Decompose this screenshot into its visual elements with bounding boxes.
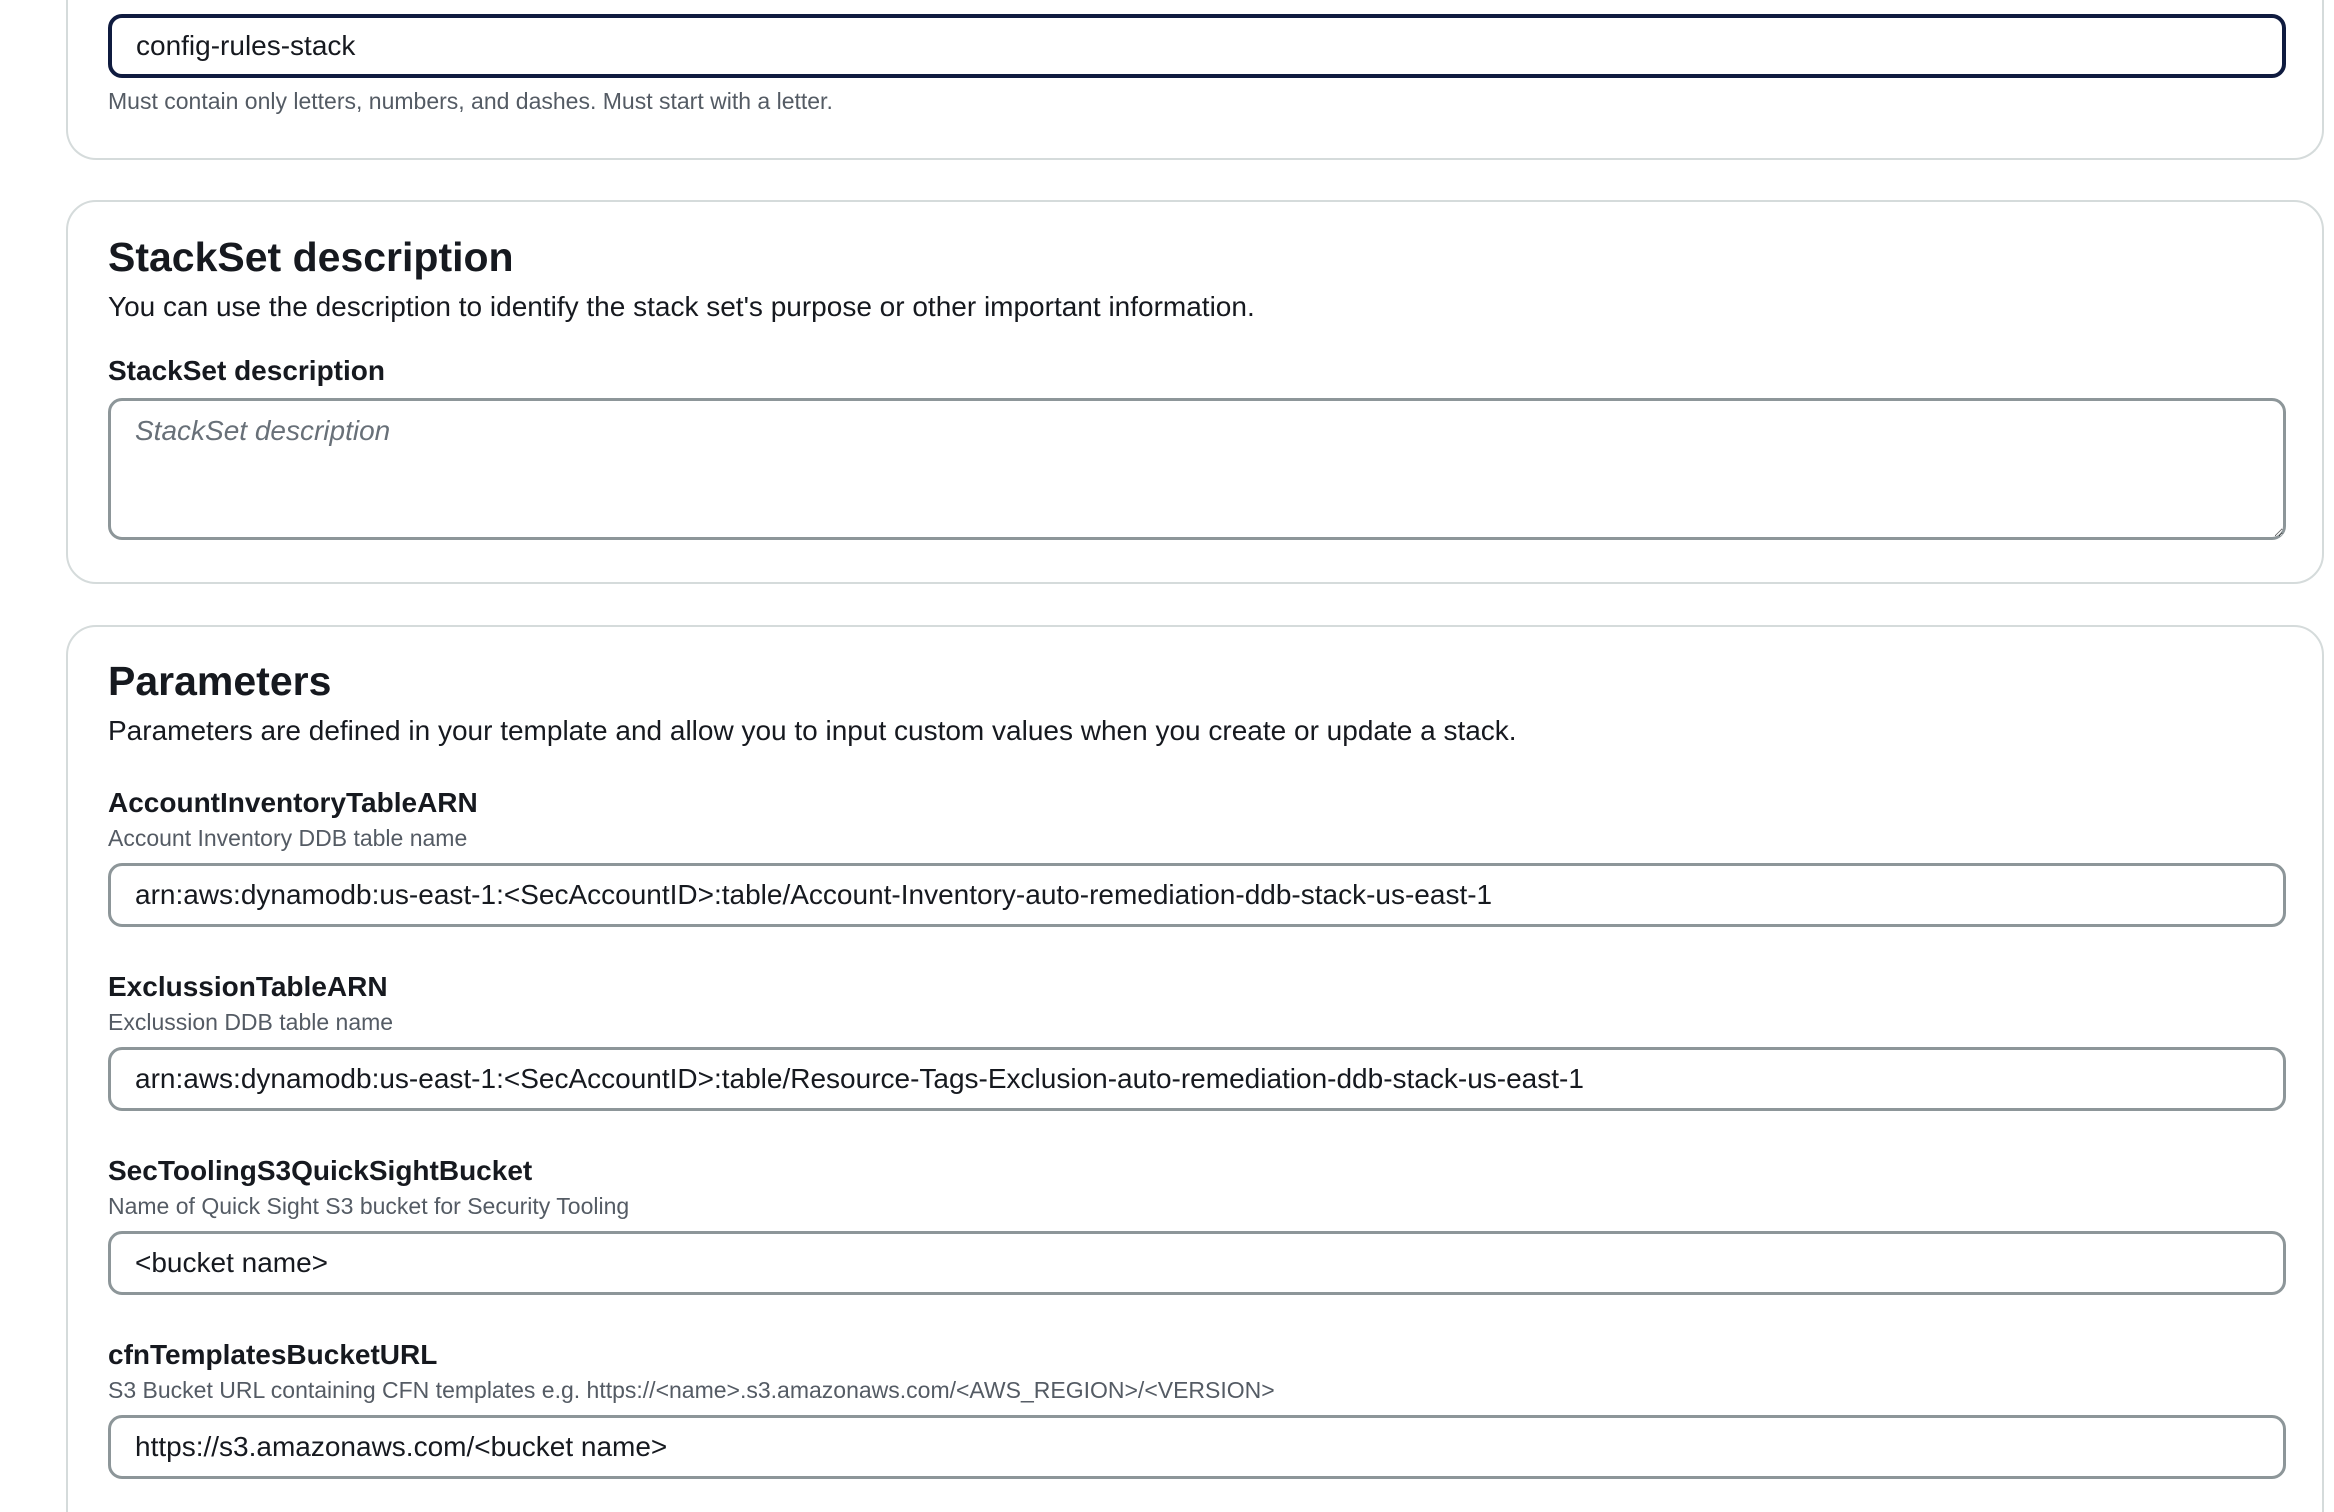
stackset-description-heading: StackSet description bbox=[108, 234, 514, 280]
param-description-cfn-templates-bucket-url: S3 Bucket URL containing CFN templates e… bbox=[108, 1377, 1275, 1403]
param-input-exclussion-table-arn[interactable] bbox=[108, 1047, 2286, 1111]
stack-name-hint: Must contain only letters, numbers, and … bbox=[108, 88, 833, 114]
param-input-sec-tooling-s3-quicksight-bucket[interactable] bbox=[108, 1231, 2286, 1295]
parameters-heading: Parameters bbox=[108, 658, 332, 704]
stackset-description-textarea[interactable] bbox=[108, 398, 2286, 540]
stackset-description-label: StackSet description bbox=[108, 355, 385, 386]
param-description-sec-tooling-s3-quicksight-bucket: Name of Quick Sight S3 bucket for Securi… bbox=[108, 1193, 630, 1219]
param-label-account-inventory-table-arn: AccountInventoryTableARN bbox=[108, 787, 478, 818]
param-label-exclussion-table-arn: ExclussionTableARN bbox=[108, 971, 388, 1002]
param-label-sec-tooling-s3-quicksight-bucket: SecToolingS3QuickSightBucket bbox=[108, 1155, 533, 1186]
stack-name-input[interactable] bbox=[108, 14, 2286, 78]
page: Must contain only letters, numbers, and … bbox=[0, 0, 2334, 1512]
stackset-description-info: You can use the description to identify … bbox=[108, 291, 1255, 322]
param-label-cfn-templates-bucket-url: cfnTemplatesBucketURL bbox=[108, 1339, 438, 1370]
parameters-info: Parameters are defined in your template … bbox=[108, 715, 1517, 746]
param-description-exclussion-table-arn: Exclussion DDB table name bbox=[108, 1009, 394, 1035]
param-input-account-inventory-table-arn[interactable] bbox=[108, 863, 2286, 927]
param-input-cfn-templates-bucket-url[interactable] bbox=[108, 1415, 2286, 1479]
param-description-account-inventory-table-arn: Account Inventory DDB table name bbox=[108, 825, 468, 851]
